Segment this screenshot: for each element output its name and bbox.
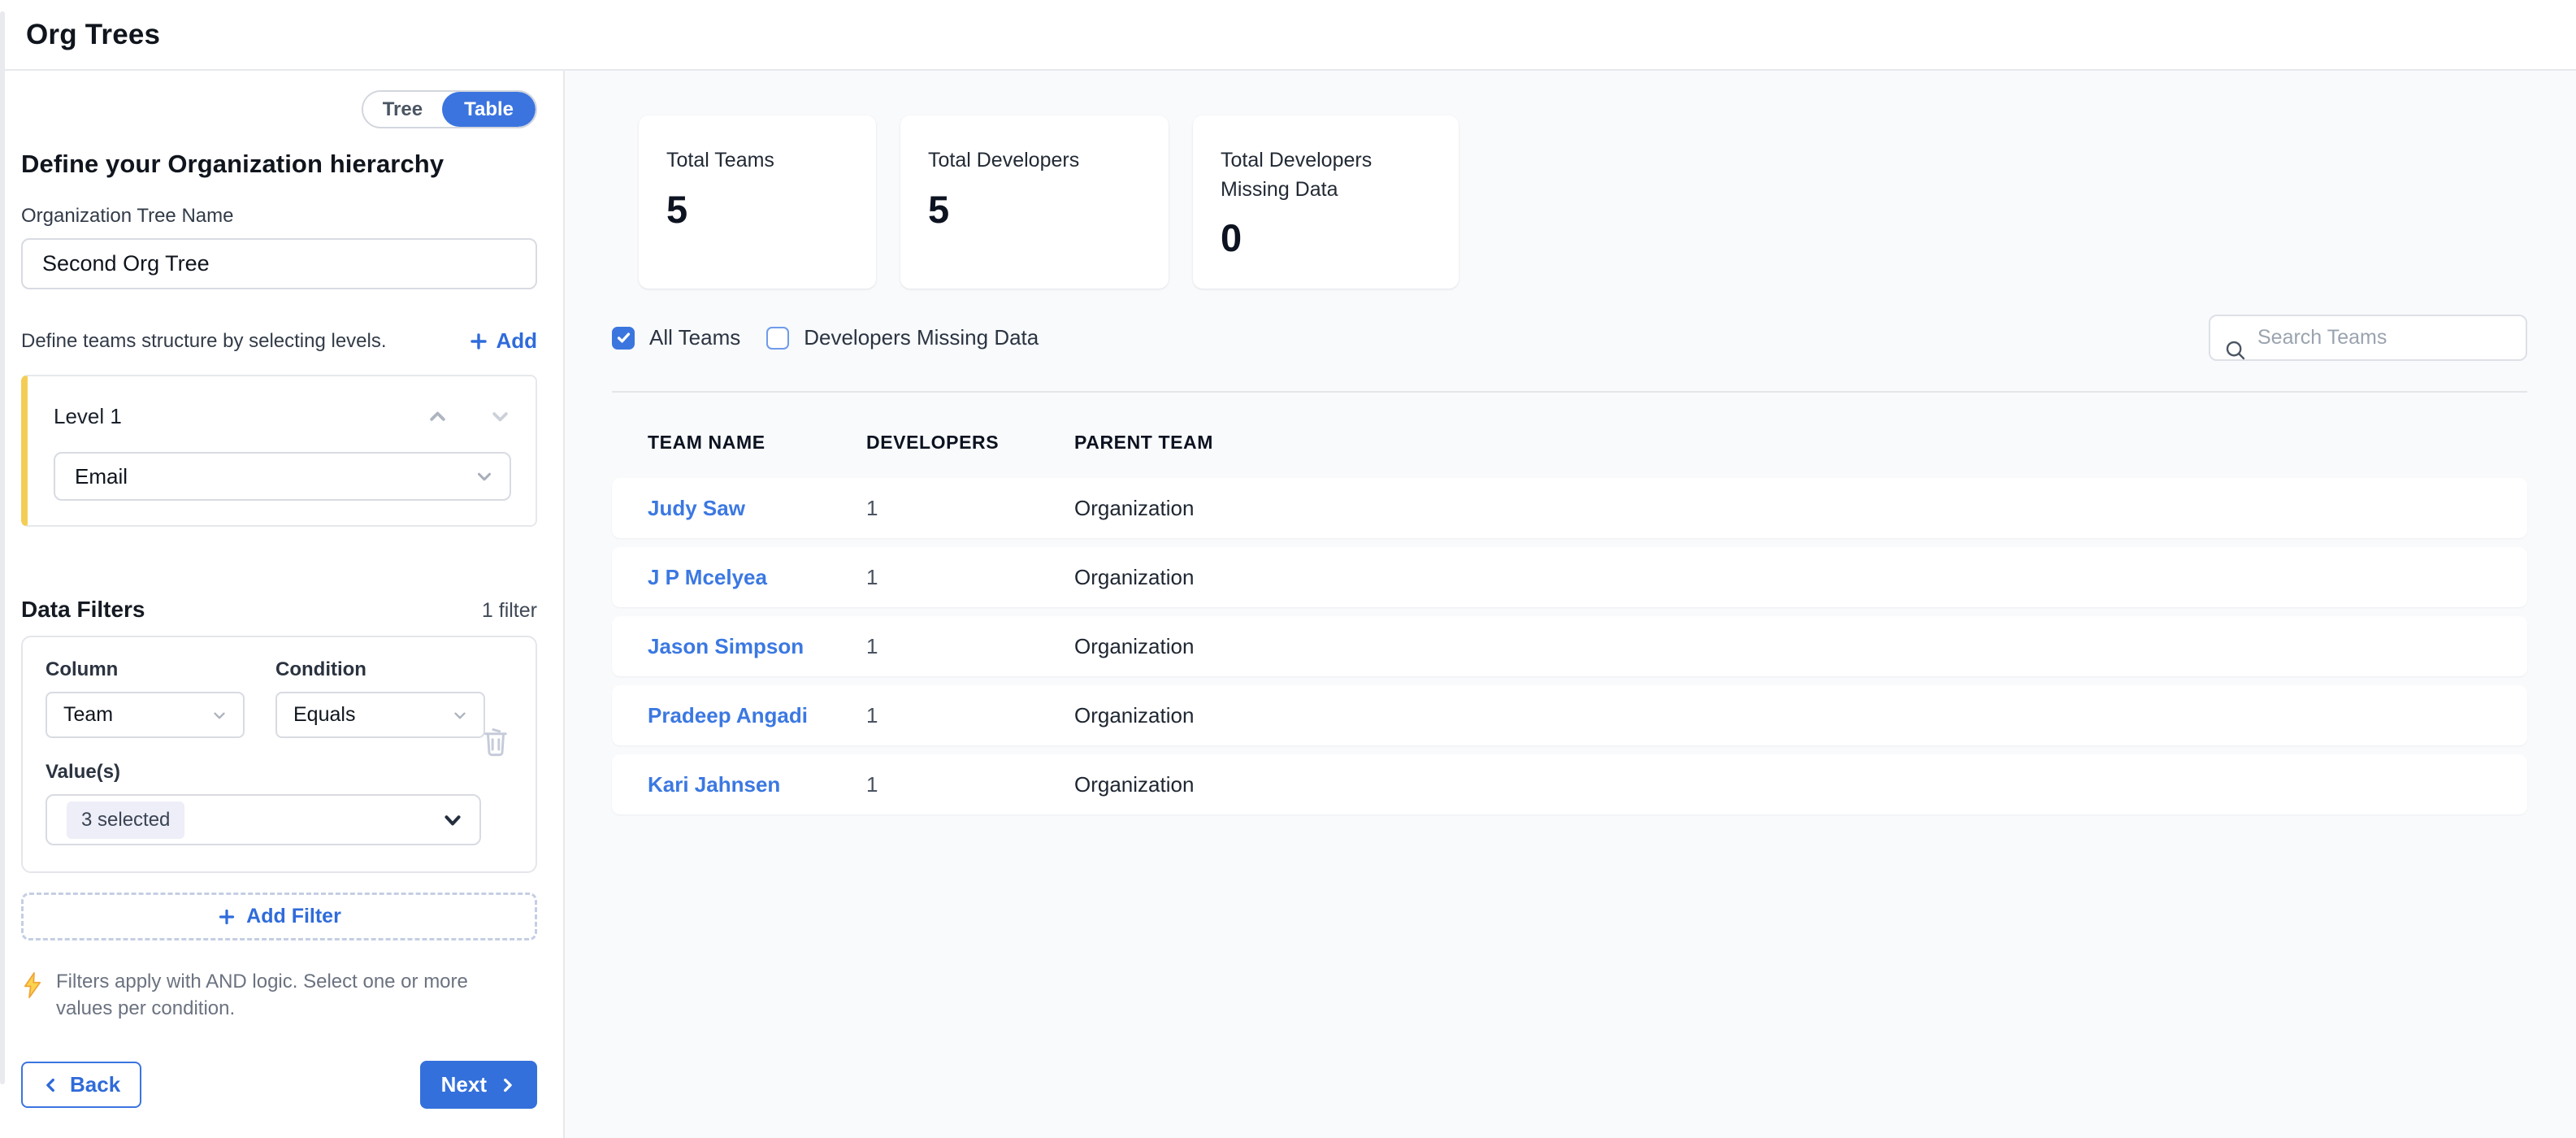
parent-team: Organization xyxy=(1074,565,2527,590)
add-filter-button[interactable]: Add Filter xyxy=(21,893,537,940)
parent-team: Organization xyxy=(1074,496,2527,521)
developers-count: 1 xyxy=(866,703,1074,728)
parent-team: Organization xyxy=(1074,634,2527,659)
page-title: Org Trees xyxy=(26,19,160,51)
tree-view-toggle[interactable]: Tree xyxy=(363,92,442,127)
filter-column-value: Team xyxy=(63,703,113,727)
developers-count: 1 xyxy=(866,634,1074,659)
team-name-link[interactable]: Judy Saw xyxy=(648,496,866,521)
chevron-down-icon xyxy=(440,808,465,832)
stat-card-total-developers: Total Developers 5 xyxy=(900,115,1169,289)
trash-icon xyxy=(480,725,511,758)
filter-values-select[interactable]: 3 selected xyxy=(46,794,481,845)
all-teams-checkbox-group[interactable]: All Teams xyxy=(612,325,740,350)
team-name-link[interactable]: Pradeep Angadi xyxy=(648,703,866,728)
level-column-select[interactable]: Email xyxy=(54,452,511,501)
table-header: TEAM NAME DEVELOPERS PARENT TEAM xyxy=(612,432,2527,454)
next-button[interactable]: Next xyxy=(420,1061,537,1109)
column-header-team-name: TEAM NAME xyxy=(648,432,866,454)
column-header-parent-team: PARENT TEAM xyxy=(1074,432,2527,454)
stat-card-total-teams: Total Teams 5 xyxy=(639,115,876,289)
missing-data-label: Developers Missing Data xyxy=(804,325,1039,350)
chevron-down-icon xyxy=(474,466,495,487)
move-level-up-icon[interactable] xyxy=(427,406,449,428)
table-row[interactable]: Kari Jahnsen 1 Organization xyxy=(612,754,2527,814)
window-scrollbar[interactable] xyxy=(0,11,5,1084)
selected-values-chip: 3 selected xyxy=(67,801,184,839)
teams-table: Judy Saw 1 Organization J P Mcelyea 1 Or… xyxy=(612,478,2527,814)
back-button[interactable]: Back xyxy=(21,1062,141,1108)
add-level-button[interactable]: Add xyxy=(469,328,537,354)
developers-count: 1 xyxy=(866,496,1074,521)
stat-label: Total Developers xyxy=(928,146,1141,176)
table-row[interactable]: Judy Saw 1 Organization xyxy=(612,478,2527,538)
lightning-icon xyxy=(21,971,44,1022)
app-header: Org Trees xyxy=(0,0,2576,71)
filter-condition-select[interactable]: Equals xyxy=(275,692,485,738)
missing-data-checkbox[interactable] xyxy=(766,327,789,350)
chevron-left-icon xyxy=(42,1076,60,1094)
condition-label: Condition xyxy=(275,658,485,681)
values-label: Value(s) xyxy=(46,761,481,784)
column-header-developers: DEVELOPERS xyxy=(866,432,1074,454)
view-toggle: Tree Table xyxy=(362,90,537,128)
team-name-link[interactable]: Jason Simpson xyxy=(648,634,866,659)
filter-count-badge: 1 filter xyxy=(482,599,537,623)
stats-row: Total Teams 5 Total Developers 5 Total D… xyxy=(639,115,2527,289)
parent-team: Organization xyxy=(1074,772,2527,797)
delete-filter-button[interactable] xyxy=(480,725,511,758)
search-teams-input[interactable] xyxy=(2210,316,2526,359)
stat-value: 5 xyxy=(666,187,848,232)
missing-data-checkbox-group[interactable]: Developers Missing Data xyxy=(766,325,1039,350)
chevron-down-icon xyxy=(451,706,469,724)
sidebar-heading: Define your Organization hierarchy xyxy=(21,150,537,179)
search-box xyxy=(2209,315,2527,361)
table-row[interactable]: Jason Simpson 1 Organization xyxy=(612,616,2527,676)
check-icon xyxy=(616,330,631,345)
tree-name-input[interactable] xyxy=(21,238,537,289)
stat-card-missing-data: Total Developers Missing Data 0 xyxy=(1193,115,1459,289)
stat-value: 5 xyxy=(928,187,1141,232)
back-label: Back xyxy=(70,1072,120,1097)
parent-team: Organization xyxy=(1074,703,2527,728)
table-view-toggle[interactable]: Table xyxy=(442,92,536,127)
filter-condition-value: Equals xyxy=(293,703,355,727)
config-sidebar: Tree Table Define your Organization hier… xyxy=(0,71,565,1138)
stat-label: Total Teams xyxy=(666,146,848,176)
level-title: Level 1 xyxy=(54,404,122,429)
stat-value: 0 xyxy=(1221,215,1431,260)
chevron-down-icon xyxy=(210,706,228,724)
chevron-right-icon xyxy=(498,1076,516,1094)
move-level-down-icon[interactable] xyxy=(489,406,511,428)
levels-hint: Define teams structure by selecting leve… xyxy=(21,330,387,353)
filter-column-select[interactable]: Team xyxy=(46,692,245,738)
filter-card: Column Team Condition Equals xyxy=(21,636,537,873)
next-label: Next xyxy=(441,1072,487,1097)
section-divider xyxy=(612,391,2527,393)
developers-count: 1 xyxy=(866,565,1074,590)
column-label: Column xyxy=(46,658,245,681)
all-teams-label: All Teams xyxy=(649,325,740,350)
filters-note: Filters apply with AND logic. Select one… xyxy=(56,968,523,1022)
team-name-link[interactable]: Kari Jahnsen xyxy=(648,772,866,797)
plus-icon xyxy=(217,907,236,927)
table-row[interactable]: J P Mcelyea 1 Organization xyxy=(612,547,2527,607)
level-card: Level 1 Email xyxy=(21,375,537,527)
add-level-label: Add xyxy=(496,328,537,354)
table-row[interactable]: Pradeep Angadi 1 Organization xyxy=(612,685,2527,745)
level-column-value: Email xyxy=(75,464,128,489)
data-filters-title: Data Filters xyxy=(21,597,145,623)
plus-icon xyxy=(469,332,488,351)
add-filter-label: Add Filter xyxy=(246,905,341,928)
stat-label: Total Developers Missing Data xyxy=(1221,146,1431,204)
developers-count: 1 xyxy=(866,772,1074,797)
tree-name-label: Organization Tree Name xyxy=(21,205,537,228)
team-name-link[interactable]: J P Mcelyea xyxy=(648,565,866,590)
all-teams-checkbox[interactable] xyxy=(612,327,635,350)
main-content: Total Teams 5 Total Developers 5 Total D… xyxy=(565,71,2576,1138)
